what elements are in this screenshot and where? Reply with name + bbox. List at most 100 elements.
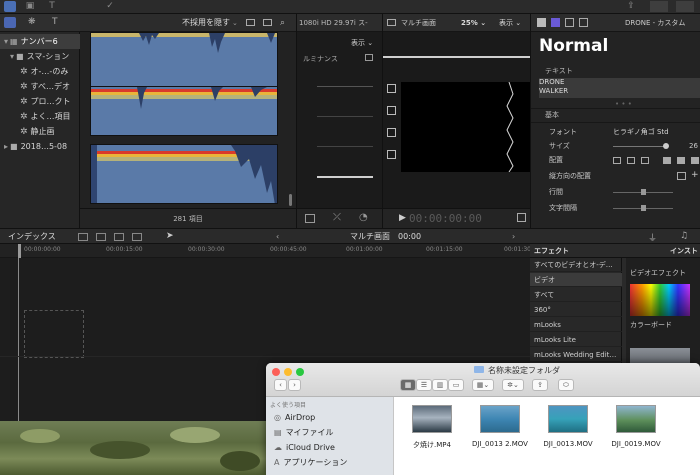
drag-handle[interactable]: • • • xyxy=(615,100,632,108)
fx-category[interactable]: 360° xyxy=(530,303,622,317)
fx-category[interactable]: mLooks Wedding Edit… xyxy=(530,348,622,362)
transform-icon[interactable]: ⤫ xyxy=(333,212,341,223)
file-thumbnail[interactable] xyxy=(412,405,452,433)
fx-category[interactable]: すべて xyxy=(530,288,622,302)
add-icon[interactable]: + xyxy=(691,169,699,182)
title-icon[interactable]: T xyxy=(46,1,58,12)
fullscreen-icon[interactable] xyxy=(517,213,526,222)
back-arrow-icon[interactable]: ‹ xyxy=(276,229,279,244)
sidebar-item-stills[interactable]: ✲ 静止画 xyxy=(0,124,80,139)
font-popup[interactable]: ヒラギノ角ゴ Std xyxy=(613,126,669,139)
select-tool-icon[interactable]: ➤ xyxy=(166,229,174,244)
file-name[interactable]: DJI_0013.MOV xyxy=(533,440,603,448)
align-left-icon[interactable] xyxy=(613,157,621,164)
view-options-icon[interactable] xyxy=(305,214,315,223)
fx-category[interactable]: すべてのビデオとオ-デ… xyxy=(530,258,622,272)
zoom-button[interactable] xyxy=(296,368,304,376)
justify-icon[interactable] xyxy=(663,157,671,164)
video-canvas[interactable] xyxy=(401,82,531,172)
size-slider-knob[interactable] xyxy=(663,143,669,149)
clip-thumbnail-1[interactable] xyxy=(90,32,278,92)
size-value[interactable]: 26 xyxy=(689,140,698,153)
zoom-dropdown[interactable]: 25% ⌄ xyxy=(461,14,486,32)
scope-view-button[interactable]: 表示 ⌄ xyxy=(351,38,373,48)
icon-view-button[interactable]: ▦ xyxy=(400,379,416,391)
info-icon[interactable] xyxy=(579,18,588,27)
viewer-view-dropdown[interactable]: 表示 ⌄ xyxy=(499,14,521,32)
sidebar-item-smart[interactable]: ▾ ■ スマ-ション xyxy=(0,49,80,64)
audio-meter-icon[interactable]: ⏚ xyxy=(648,231,657,244)
align-right-icon[interactable] xyxy=(641,157,649,164)
angle-box[interactable] xyxy=(387,128,396,137)
library-icon[interactable] xyxy=(4,1,16,12)
titles-icon[interactable]: T xyxy=(52,17,64,28)
list-view-button[interactable]: ☰ xyxy=(416,379,432,391)
file-thumbnail[interactable] xyxy=(480,405,520,433)
clip-appearance-icon[interactable] xyxy=(246,19,255,26)
share-icon[interactable]: ⇪ xyxy=(624,1,638,12)
workspace-icon[interactable] xyxy=(650,1,668,12)
back-button[interactable]: ‹ xyxy=(274,379,287,391)
text-field[interactable]: DRONE WALKER xyxy=(539,78,700,98)
sidebar-item-applications[interactable]: A アプリケーション xyxy=(274,456,347,470)
file-thumbnail[interactable] xyxy=(548,405,588,433)
sidebar-item-projects[interactable]: ✲ プロ…クト xyxy=(0,94,80,109)
scope-settings-icon[interactable] xyxy=(365,54,373,61)
append-icon[interactable] xyxy=(114,233,124,241)
check-icon[interactable]: ✓ xyxy=(104,1,116,12)
minimize-button[interactable] xyxy=(284,368,292,376)
overwrite-icon[interactable] xyxy=(132,233,142,241)
search-icon[interactable]: ⌕ xyxy=(280,14,285,32)
text-icon[interactable] xyxy=(537,18,546,27)
angle-box[interactable] xyxy=(387,84,396,93)
playhead[interactable] xyxy=(18,244,21,258)
close-button[interactable] xyxy=(272,368,280,376)
browser-scrollbar[interactable] xyxy=(289,194,292,206)
gallery-view-button[interactable]: ▭ xyxy=(448,379,464,391)
filmstrip-icon[interactable] xyxy=(263,19,272,26)
forward-button[interactable]: › xyxy=(288,379,301,391)
line-spacing-knob[interactable] xyxy=(641,189,646,195)
clip-thumbnail-2[interactable] xyxy=(90,86,278,136)
tracking-knob[interactable] xyxy=(641,205,646,211)
photos-audio-icon[interactable]: ❋ xyxy=(28,17,40,28)
sidebar-item-favorites[interactable]: ✲ よく…項目 xyxy=(0,109,80,124)
hide-rejected-dropdown[interactable]: 不採用を隠す xyxy=(182,14,230,32)
sidebar-item-audio[interactable]: ✲ オ-…-のみ xyxy=(0,64,80,79)
timeline-ruler[interactable]: 00:00:00:00 00:00:15:00 00:00:30:00 00:0… xyxy=(0,244,531,258)
connect-icon[interactable] xyxy=(78,233,88,241)
file-thumbnail[interactable] xyxy=(616,405,656,433)
angle-box[interactable] xyxy=(387,106,396,115)
column-view-button[interactable]: ▥ xyxy=(432,379,448,391)
tag-button[interactable]: ⬭ xyxy=(558,379,574,391)
file-name[interactable]: 夕焼け.MP4 xyxy=(397,440,467,450)
sidebar-item-icloud[interactable]: ☁ iCloud Drive xyxy=(274,441,335,455)
sidebar-item-airdrop[interactable]: ◎ AirDrop xyxy=(274,411,315,425)
angle-box[interactable] xyxy=(387,150,396,159)
justify-icon[interactable] xyxy=(677,157,685,164)
align-center-icon[interactable] xyxy=(627,157,635,164)
empty-clip-placeholder[interactable] xyxy=(24,310,84,358)
file-name[interactable]: DJI_0019.MOV xyxy=(601,440,671,448)
size-slider-track[interactable] xyxy=(613,146,665,147)
photos-icon[interactable]: ▣ xyxy=(24,1,36,12)
library-item[interactable]: ▾ ▦ ナンバー6 xyxy=(0,34,80,49)
fx-category[interactable]: mLooks Lite xyxy=(530,333,622,347)
group-button[interactable]: ▦⌄ xyxy=(472,379,494,391)
clip-thumbnail-3[interactable] xyxy=(90,144,278,204)
libraries-icon[interactable] xyxy=(4,17,16,28)
fx-category[interactable]: mLooks xyxy=(530,318,622,332)
sidebar-item-myfiles[interactable]: ▤ マイファイル xyxy=(274,426,334,440)
insert-icon[interactable] xyxy=(96,233,106,241)
forward-arrow-icon[interactable]: › xyxy=(512,229,515,244)
headphones-icon[interactable]: ♫ xyxy=(680,231,688,241)
speed-icon[interactable]: ◔ xyxy=(359,212,368,223)
justify-icon[interactable] xyxy=(691,157,699,164)
index-button[interactable]: インデックス xyxy=(8,229,56,244)
share-button[interactable]: ⇪ xyxy=(532,379,548,391)
file-name[interactable]: DJI_0013 2.MOV xyxy=(465,440,535,448)
fx-category-video[interactable]: ビデオ xyxy=(530,273,622,287)
sidebar-item-event[interactable]: ▸ ■ 2018…5-08 xyxy=(0,139,80,154)
layout-icon[interactable] xyxy=(676,1,694,12)
play-icon[interactable]: ▶ xyxy=(399,213,406,223)
